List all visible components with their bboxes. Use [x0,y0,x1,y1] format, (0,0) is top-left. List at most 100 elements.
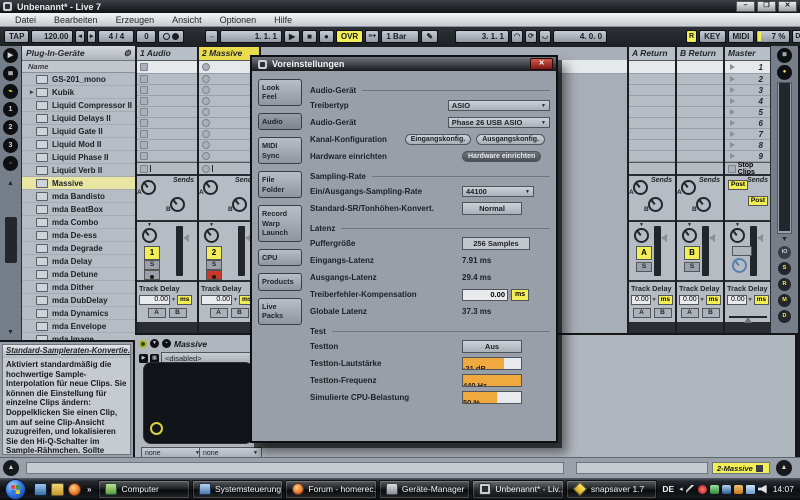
clip-slot[interactable] [137,118,197,129]
close-button[interactable]: ✕ [778,1,797,12]
browser-item[interactable]: mda Delay [22,255,135,268]
live-devices-browser-icon[interactable]: ▶ [3,48,18,63]
tray-app-icon[interactable] [734,485,743,494]
browser-item[interactable]: Liquid Delays II [22,112,135,125]
tap-tempo-button[interactable]: TAP [4,30,29,43]
clip-slot[interactable] [137,61,197,74]
track-1-header[interactable]: 1 Audio [137,47,197,61]
fader-handle-icon[interactable] [709,234,715,242]
taskbar-button-control-panel[interactable]: Systemsteuerung [192,480,283,499]
solo-button[interactable]: S [684,262,700,272]
scene-row[interactable]: 4 [725,96,771,107]
firefox-icon[interactable] [68,483,81,496]
master-header[interactable]: Master [725,47,771,61]
overdub-button[interactable]: OVR [336,30,363,43]
crossfade-b-button[interactable]: B [231,308,249,318]
device-play-icon[interactable]: ▶ [139,354,148,363]
browser-item[interactable]: Liquid Mod II [22,138,135,151]
loop-start-display[interactable]: 3. 1. 1 [455,30,509,43]
browser-item[interactable]: mda Degrade [22,242,135,255]
send-b-knob[interactable]: B [696,197,711,212]
clip-slot[interactable] [137,74,197,85]
view-toggle[interactable]: S [778,262,791,275]
view-toggle[interactable]: D [778,310,791,323]
crossfader-handle-icon[interactable] [744,317,752,323]
browser-item[interactable]: Liquid Compressor II [22,99,135,112]
delay-value[interactable]: 0.00 [679,295,699,305]
browser-item[interactable]: mda Dither [22,281,135,294]
pan-knob[interactable] [634,228,649,243]
return-a-header[interactable]: A Return [629,47,675,61]
clip-slot[interactable] [137,85,197,96]
cue-volume-knob[interactable] [732,258,747,273]
tray-network-icon[interactable] [746,485,755,494]
file-browser-1-icon[interactable]: 1 [3,102,18,117]
menu-item[interactable]: Ansicht [163,15,211,25]
scroll-down-icon[interactable]: ▼ [771,236,798,243]
send-a-knob[interactable]: A [633,180,648,195]
menu-item[interactable]: Erzeugen [107,15,164,25]
crossfade-b-button[interactable]: B [702,308,720,318]
send-b-knob[interactable]: B [648,197,663,212]
arrangement-position[interactable]: 1. 1. 1 [220,30,282,43]
sr-conversion-button[interactable]: Normal [462,202,522,215]
menu-item[interactable]: Optionen [211,15,266,25]
browser-item[interactable]: Liquid Gate II [22,125,135,138]
driver-type-select[interactable]: ASIO ▼ [448,100,550,111]
folder-icon[interactable] [51,483,64,496]
pan-knob[interactable] [204,228,219,243]
browser-scroll-up-icon[interactable]: ▲ [7,180,14,187]
solo-button[interactable]: S [636,262,652,272]
scene-row[interactable]: 5 [725,107,771,118]
clip-slot[interactable] [137,140,197,151]
menu-item[interactable]: Datei [6,15,45,25]
taskbar-button-live[interactable]: Unbenannt* - Liv... [472,480,563,499]
crossfade-a-button[interactable]: A [633,308,651,318]
send-b-knob[interactable]: B [170,197,185,212]
loop-length-display[interactable]: 4. 0. 0 [553,30,607,43]
arm-button[interactable] [206,270,222,280]
browser-item[interactable]: mda Detune [22,268,135,281]
send-a-knob[interactable]: A [141,180,156,195]
scene-launch-icon[interactable] [730,87,735,93]
maximize-button[interactable]: ❐ [757,1,776,12]
browser-scroll-down-icon[interactable]: ▼ [7,329,14,336]
browser-item[interactable]: mda Dynamics [22,307,135,320]
track-activator[interactable]: 1 [144,246,160,260]
menu-item[interactable]: Hilfe [265,15,301,25]
taskbar-button-computer[interactable]: Computer [98,480,189,499]
tray-messenger-icon[interactable] [722,485,731,494]
test-tone-volume-slider[interactable]: -21 dB [462,357,522,370]
tray-update-icon[interactable] [710,485,719,494]
scene-launch-icon[interactable] [730,153,735,159]
menu-item[interactable]: Bearbeiten [45,15,107,25]
cpu-simulation-slider[interactable]: 50 % [462,391,522,404]
language-indicator[interactable]: DE [662,484,674,494]
metronome-button[interactable] [158,30,184,43]
taskbar-button-device-manager[interactable]: Geräte-Manager [379,480,470,499]
send-b-knob[interactable]: B [232,197,247,212]
follow-button[interactable]: → [205,30,218,43]
device-fold-icon[interactable]: ▼ [150,339,159,348]
delay-value[interactable]: 0.00 [201,295,232,305]
scene-launch-icon[interactable] [730,109,735,115]
scene-row[interactable]: 3 [725,85,771,96]
show-detail-toggle[interactable]: ▲ [776,460,792,476]
stop-clips-row[interactable]: Stop Clips [725,162,771,174]
scene-launch-icon[interactable] [730,120,735,126]
tray-expand-icon[interactable]: ◂ [679,485,683,493]
input-config-button[interactable]: Eingangskonfig. [405,134,471,145]
clip-slot[interactable] [137,129,197,140]
automation-arm-button[interactable]: ≡+ [365,30,379,43]
view-toggle[interactable]: M [778,294,791,307]
fader-handle-icon[interactable] [661,234,667,242]
scene-row[interactable]: 8 [725,140,771,151]
punch-in-button[interactable]: ◠ [511,30,523,43]
pan-knob[interactable] [142,228,157,243]
overview-icon[interactable]: ≣ [777,48,792,63]
return-b-header[interactable]: B Return [677,47,723,61]
browser-item[interactable]: Liquid Phase II [22,151,135,164]
midi-map-button[interactable]: MIDI [728,30,755,43]
current-clip-chip[interactable]: 2-Massive [712,462,770,474]
draw-mode-button[interactable]: ✎ [421,30,438,43]
